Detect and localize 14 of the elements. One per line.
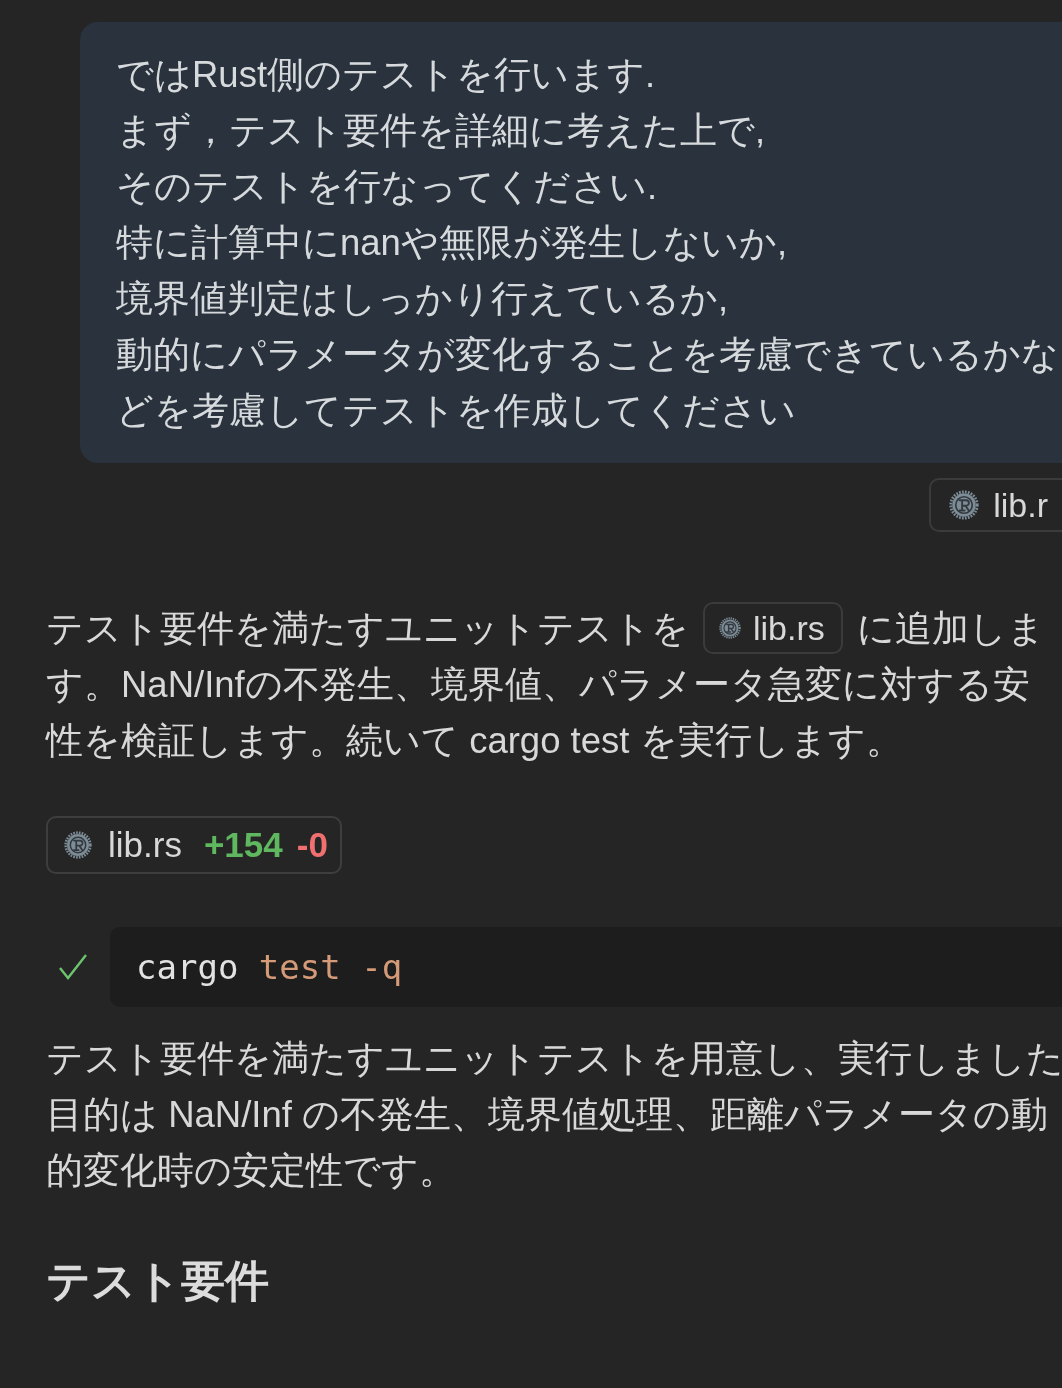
file-link[interactable]: lib.rs [703,602,843,655]
response-text: テスト要件を満たすユニットテストを用意し、実行しました 目的は NaN/Inf の不発生、境界値処理、距離パラメータの動 的変化時の安定性です。 [46,1037,1062,1194]
gear-icon [949,490,980,520]
response-text: テスト要件を満たすユニットテストを lib.rs に追加しま す。NaN/Infの不発生、境界値、パラメータ急変に対する安 性を検証します。続いて cargo test を実行します。 [46,601,1062,770]
file-chip[interactable]: lib.r [929,478,1062,532]
command-text: cargo test -q [136,947,403,988]
gear-icon [719,617,741,640]
file-diff-chip[interactable]: lib.rs +154 -0 [46,816,342,875]
gear-icon [64,831,92,860]
message-text: ではRust側のテストを行います. まず，テスト要件を詳細に考えた上で, そのテストを行なってください. 特に計算中にnanや無限が発生しないか, 境界値判定はしっかり行えているか, 動的にパラメータが変化することを考慮できているかな どを考慮してテストを作成してください [116,53,1060,433]
added-lines-count: +154 [203,825,283,866]
section-heading: テスト要件 [46,1255,270,1308]
file-name: lib.rs [108,825,182,866]
removed-lines-count: -0 [296,825,328,866]
